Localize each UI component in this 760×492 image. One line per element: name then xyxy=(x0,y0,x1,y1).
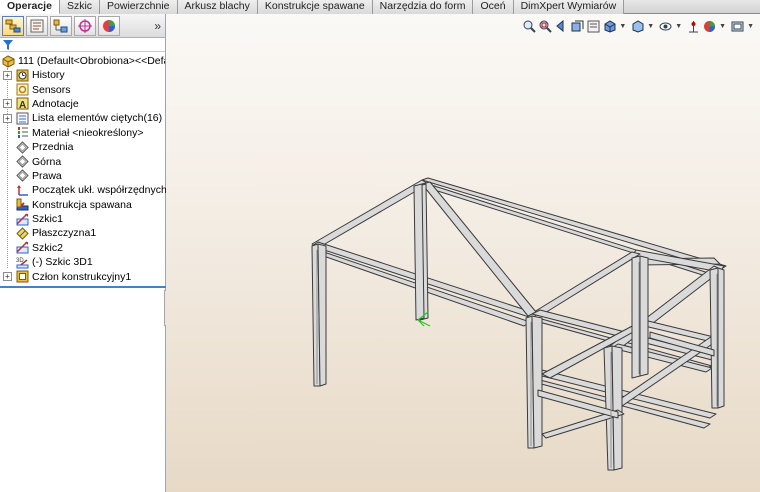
dimxpert-manager-icon[interactable] xyxy=(74,15,96,36)
tree-item-g-rna[interactable]: Górna xyxy=(0,154,165,168)
tree-item-label: Sensors xyxy=(32,83,71,96)
plane-icon xyxy=(15,169,29,183)
cut-list-icon xyxy=(15,112,29,125)
svg-text:A: A xyxy=(19,100,26,110)
history-icon xyxy=(15,69,29,82)
tab-powierzchnie[interactable]: Powierzchnie xyxy=(100,0,178,14)
panel-separator xyxy=(0,286,166,288)
tree-item-label: Płaszczyzna1 xyxy=(32,227,97,240)
display-manager-icon[interactable] xyxy=(98,15,120,36)
tree-item-label: Szkic1 xyxy=(32,213,63,226)
plane-yellow-icon xyxy=(15,227,29,240)
feature-tree: 111 (Default<Obrobiona><<Default> + Histo… xyxy=(0,52,167,284)
tree-item-history[interactable]: + History xyxy=(0,68,165,82)
plane-icon xyxy=(15,140,29,154)
tree-item-label: Przednia xyxy=(32,141,74,154)
expand-toggle[interactable]: + xyxy=(3,113,12,123)
tree-item-p-aszczyzna1[interactable]: Płaszczyzna1 xyxy=(0,226,165,240)
tree-item-szkic-3d1[interactable]: 3D (-) Szkic 3D1 xyxy=(0,255,165,269)
tree-item-label: Początek ukł. współrzędnych xyxy=(32,184,167,197)
tree-item-label: Konstrukcja spawana xyxy=(32,198,132,211)
command-manager-tabs: Operacje Szkic Powierzchnie Arkusz blachy Ko… xyxy=(0,0,760,14)
annotations-icon: A xyxy=(15,97,29,110)
tree-item-sensors[interactable]: Sensors xyxy=(0,82,165,96)
material-icon xyxy=(15,126,29,139)
tab-dimxpert-wymiarów[interactable]: DimXpert Wymiarów xyxy=(513,0,625,14)
tab-konstrukcje-spawane[interactable]: Konstrukcje spawane xyxy=(257,0,373,14)
tab-narzędzia-do-form[interactable]: Narzędzia do form xyxy=(372,0,474,14)
sensors-icon xyxy=(15,83,29,96)
plane-icon xyxy=(15,155,29,168)
tree-item-lista-element-w-ci-tych-16[interactable]: + Lista elementów ciętych(16) xyxy=(0,111,165,125)
tree-item-pocz-tek-uk-wsp-rz-dnych[interactable]: Początek ukł. współrzędnych xyxy=(0,183,167,197)
feature-manager-panel: » 111 (Default<Obrobiona><<Default> + His… xyxy=(0,14,172,492)
expand-toggle[interactable]: + xyxy=(3,99,12,109)
tree-item-materia-nieokre-lony[interactable]: Materiał <nieokreślony> xyxy=(0,126,165,140)
configuration-manager-icon[interactable] xyxy=(50,15,72,36)
tree-item-szkic2[interactable]: Szkic2 xyxy=(0,241,165,255)
tree-item-szkic1[interactable]: Szkic1 xyxy=(0,212,165,226)
sketch-icon xyxy=(15,241,29,254)
tree-item-label: (-) Szkic 3D1 xyxy=(32,256,93,269)
tab-operacje[interactable]: Operacje xyxy=(0,0,60,14)
panel-tab-strip: » xyxy=(0,14,165,38)
tree-item-prawa[interactable]: Prawa xyxy=(0,169,165,183)
tree-item-label: Materiał <nieokreślony> xyxy=(32,126,144,139)
structural-member-icon xyxy=(15,270,29,283)
tree-item-label: Adnotacje xyxy=(32,97,79,110)
tree-root-part[interactable]: 111 (Default<Obrobiona><<Default> xyxy=(0,54,165,68)
tab-arkusz-blachy[interactable]: Arkusz blachy xyxy=(177,0,258,14)
tree-item-label: Szkic2 xyxy=(32,241,63,254)
tree-item-label: Lista elementów ciętych(16) xyxy=(32,112,163,125)
tree-item-cz-on-konstrukcyjny1[interactable]: + Człon konstrukcyjny1 xyxy=(0,269,165,283)
tree-item-label: Człon konstrukcyjny1 xyxy=(32,270,132,283)
tree-item-konstrukcja-spawana[interactable]: Konstrukcja spawana xyxy=(0,198,165,212)
tab-oceń[interactable]: Oceń xyxy=(473,0,514,14)
tree-item-label: Prawa xyxy=(32,169,62,182)
property-manager-icon[interactable] xyxy=(26,15,48,36)
sketch-icon xyxy=(15,213,29,226)
filter-icon[interactable] xyxy=(3,39,13,50)
tree-filter-bar[interactable] xyxy=(0,38,165,52)
more-tabs-button[interactable]: » xyxy=(154,19,161,33)
expand-toggle[interactable]: + xyxy=(3,272,12,282)
expand-toggle[interactable]: + xyxy=(3,70,12,80)
sketch-3d-icon: 3D xyxy=(15,256,29,269)
feature-manager-icon[interactable] xyxy=(2,15,24,36)
tree-item-adnotacje[interactable]: + A Adnotacje xyxy=(0,97,165,111)
origin-icon xyxy=(15,184,29,197)
tree-item-label: History xyxy=(32,69,65,82)
weldment-frame-model[interactable] xyxy=(166,14,760,492)
tree-root-label: 111 (Default<Obrobiona><<Default> xyxy=(18,55,165,67)
tab-szkic[interactable]: Szkic xyxy=(59,0,101,14)
tree-item-label: Górna xyxy=(32,155,62,168)
tree-item-przednia[interactable]: Przednia xyxy=(0,140,165,154)
weldment-icon xyxy=(15,198,29,211)
graphics-viewport[interactable]: ▼ ▼ ▼ ▼ ▼ xyxy=(166,14,760,492)
part-icon xyxy=(1,54,15,68)
